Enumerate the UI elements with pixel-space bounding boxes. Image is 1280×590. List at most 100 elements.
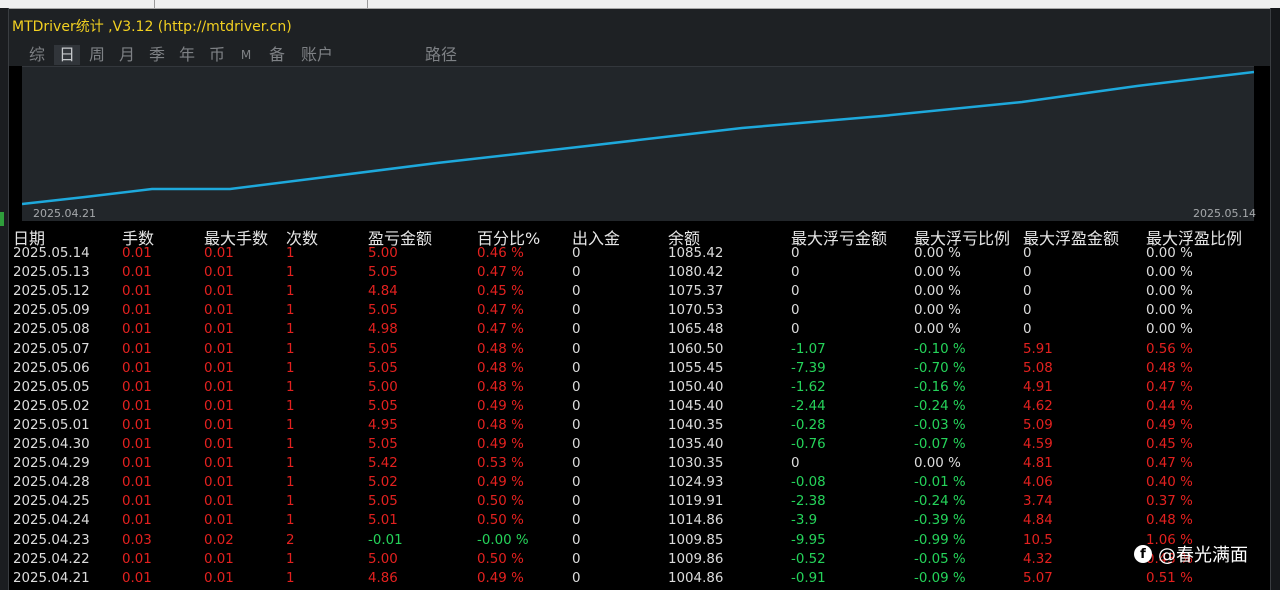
cell-pnl: 5.05	[368, 437, 398, 452]
equity-curve-line	[22, 70, 1254, 206]
cell-max-float-loss-pct: 0.00 %	[914, 456, 961, 472]
daily-stats-table: 日期 手数 最大手数 次数 盈亏金额 百分比% 出入金 余额 最大浮亏金额 最大浮亏比例 最大浮盈金…	[9, 224, 1270, 590]
cell-pnl: -0.01	[368, 532, 403, 548]
cell-max-float-profit-pct: 0.00 %	[1146, 284, 1193, 300]
table-row[interactable]: 2025.05.08 0.01 0.01 1 4.98 0.47 % 0 1065.48 0 0.…	[9, 322, 1270, 341]
cell-count: 1	[286, 494, 295, 510]
table-row[interactable]: 2025.04.23 0.03 0.02 2 -0.01 -0.00 % 0 1009.85 -…	[9, 533, 1270, 552]
tab-path[interactable]: 路径	[420, 45, 462, 65]
cell-pnl: 4.98	[368, 322, 398, 338]
right-frame-scrollbar[interactable]	[1270, 8, 1280, 590]
cell-lots: 0.01	[122, 494, 152, 510]
cell-balance: 1009.85	[668, 532, 724, 548]
table-row[interactable]: 2025.05.06 0.01 0.01 1 5.05 0.48 % 0 1055.45 -7.…	[9, 361, 1270, 380]
cell-pnl: 5.42	[368, 456, 398, 472]
tab-quarterly[interactable]: 季	[144, 45, 170, 65]
cell-max-lots: 0.01	[204, 551, 234, 567]
cell-max-float-loss-pct: -0.05 %	[914, 551, 966, 567]
cell-max-float-profit-pct: 0.00 %	[1146, 322, 1193, 338]
tab-daily[interactable]: 日	[54, 45, 80, 65]
price-marker	[0, 212, 4, 226]
tab-currency[interactable]: 币	[204, 45, 230, 65]
cell-percent: 0.48 %	[477, 360, 524, 376]
cell-count: 1	[286, 246, 295, 261]
cell-max-float-loss: 0	[791, 246, 800, 261]
cell-balance: 1055.45	[668, 360, 724, 376]
cell-max-float-profit: 4.84	[1023, 513, 1053, 529]
cell-max-float-profit: 4.06	[1023, 475, 1053, 491]
cell-max-float-profit: 0	[1023, 265, 1032, 281]
table-row[interactable]: 2025.04.25 0.01 0.01 1 5.05 0.50 % 0 1019.91 -2.…	[9, 494, 1270, 513]
table-row[interactable]: 2025.04.30 0.01 0.01 1 5.05 0.49 % 0 1035.40 -0.…	[9, 437, 1270, 456]
cell-pnl: 5.02	[368, 475, 398, 491]
cell-deposit: 0	[572, 246, 581, 261]
cell-max-lots: 0.01	[204, 360, 234, 376]
cell-max-float-loss-pct: 0.00 %	[914, 303, 961, 319]
tab-weekly[interactable]: 周	[84, 45, 110, 65]
cell-percent: 0.45 %	[477, 284, 524, 300]
cell-lots: 0.01	[122, 303, 152, 319]
cell-date: 2025.05.07	[13, 341, 90, 357]
cell-pnl: 4.84	[368, 284, 398, 300]
tab-account[interactable]: 账户	[296, 45, 338, 65]
cell-max-float-profit-pct: 0.56 %	[1146, 341, 1193, 357]
cell-balance: 1080.42	[668, 265, 724, 281]
cell-balance: 1030.35	[668, 456, 724, 472]
cell-date: 2025.05.08	[13, 322, 90, 338]
cell-max-float-loss-pct: -0.03 %	[914, 417, 966, 433]
cell-date: 2025.04.30	[13, 437, 90, 452]
watermark: f @春光满面	[1134, 541, 1248, 567]
table-row[interactable]: 2025.05.13 0.01 0.01 1 5.05 0.47 % 0 1080.42 0 0.…	[9, 265, 1270, 284]
cell-deposit: 0	[572, 456, 581, 472]
cell-percent: 0.47 %	[477, 265, 524, 281]
cell-percent: 0.50 %	[477, 551, 524, 567]
cell-balance: 1009.86	[668, 551, 724, 567]
cell-date: 2025.05.01	[13, 417, 90, 433]
table-row[interactable]: 2025.05.07 0.01 0.01 1 5.05 0.48 % 0 1060.50 -1.…	[9, 342, 1270, 361]
tab-monthly[interactable]: 月	[114, 45, 140, 65]
table-row[interactable]: 2025.04.24 0.01 0.01 1 5.01 0.50 % 0 1014.86 -3.…	[9, 513, 1270, 532]
cell-deposit: 0	[572, 341, 581, 357]
cell-percent: 0.49 %	[477, 437, 524, 452]
cell-lots: 0.01	[122, 246, 152, 261]
table-row[interactable]: 2025.04.28 0.01 0.01 1 5.02 0.49 % 0 1024.93 -0.…	[9, 475, 1270, 494]
cell-pnl: 4.86	[368, 570, 398, 586]
table-row[interactable]: 2025.05.01 0.01 0.01 1 4.95 0.48 % 0 1040.35 -0.…	[9, 418, 1270, 437]
cell-max-lots: 0.01	[204, 398, 234, 414]
cell-date: 2025.04.21	[13, 570, 90, 586]
cell-count: 1	[286, 513, 295, 529]
table-row[interactable]: 2025.05.14 0.01 0.01 1 5.00 0.46 % 0 1085.42 0 0.…	[9, 246, 1270, 265]
table-row[interactable]: 2025.05.02 0.01 0.01 1 5.05 0.49 % 0 1045.40 -2.…	[9, 399, 1270, 418]
toolbar-divider	[367, 0, 368, 8]
cell-lots: 0.01	[122, 475, 152, 491]
cell-max-float-profit: 4.91	[1023, 379, 1053, 395]
cell-deposit: 0	[572, 379, 581, 395]
tab-notes[interactable]: 备	[264, 45, 290, 65]
cell-max-lots: 0.01	[204, 437, 234, 452]
cell-lots: 0.01	[122, 379, 152, 395]
table-row[interactable]: 2025.05.12 0.01 0.01 1 4.84 0.45 % 0 1075.37 0 0.…	[9, 284, 1270, 303]
table-row[interactable]: 2025.04.29 0.01 0.01 1 5.42 0.53 % 0 1030.35 0 0.…	[9, 456, 1270, 475]
cell-max-float-profit-pct: 0.47 %	[1146, 379, 1193, 395]
cell-deposit: 0	[572, 475, 581, 491]
tab-yearly[interactable]: 年	[174, 45, 200, 65]
cell-count: 1	[286, 551, 295, 567]
table-row[interactable]: 2025.04.22 0.01 0.01 1 5.00 0.50 % 0 1009.86 -0.…	[9, 552, 1270, 571]
cell-max-lots: 0.01	[204, 417, 234, 433]
cell-balance: 1070.53	[668, 303, 724, 319]
tab-m[interactable]: M	[236, 45, 256, 65]
cell-percent: 0.50 %	[477, 513, 524, 529]
cell-max-lots: 0.01	[204, 322, 234, 338]
tab-summary[interactable]: 综	[24, 45, 50, 65]
cell-max-float-profit-pct: 0.48 %	[1146, 360, 1193, 376]
cell-deposit: 0	[572, 417, 581, 433]
equity-curve-svg	[22, 70, 1254, 206]
cell-max-lots: 0.01	[204, 246, 234, 261]
cell-date: 2025.04.29	[13, 456, 90, 472]
cell-max-float-profit-pct: 0.45 %	[1146, 437, 1193, 452]
table-row[interactable]: 2025.05.05 0.01 0.01 1 5.00 0.48 % 0 1050.40 -1.…	[9, 380, 1270, 399]
cell-max-float-loss-pct: -0.01 %	[914, 475, 966, 491]
table-row[interactable]: 2025.04.21 0.01 0.01 1 4.86 0.49 % 0 1004.86 -0.…	[9, 571, 1270, 590]
table-row[interactable]: 2025.05.09 0.01 0.01 1 5.05 0.47 % 0 1070.53 0 0.…	[9, 303, 1270, 322]
cell-max-float-profit: 4.59	[1023, 437, 1053, 452]
